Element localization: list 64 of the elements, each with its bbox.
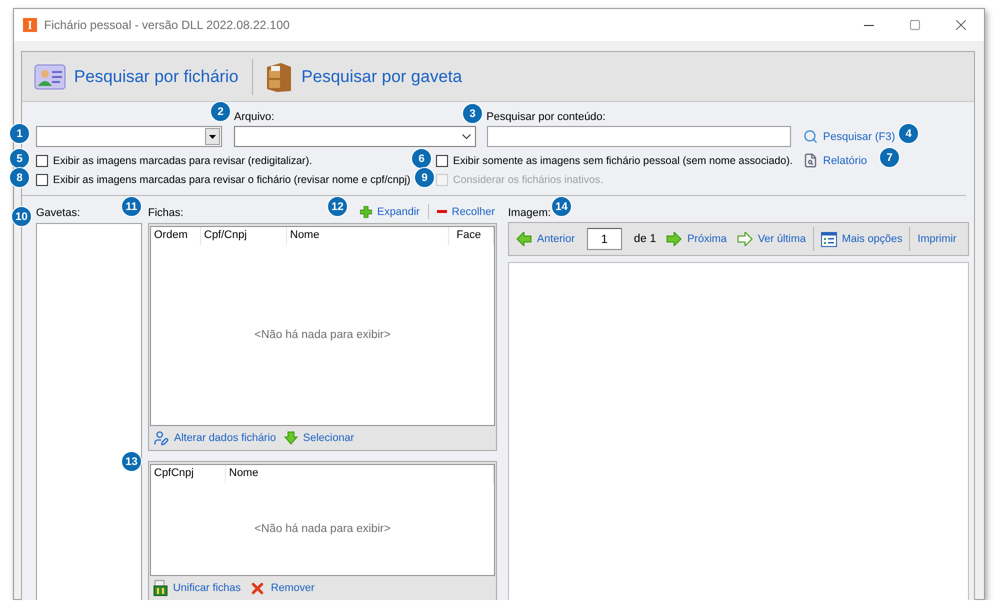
callout-number: 1 — [9, 123, 30, 144]
dropdown-arrow-icon — [209, 134, 216, 138]
expand-button[interactable]: Expandir — [360, 206, 420, 218]
field-label: Pesquisar por conteúdo: — [486, 111, 606, 123]
drawer-list[interactable] — [36, 223, 142, 600]
cross-icon — [248, 580, 266, 596]
column-header[interactable]: Ordem — [151, 227, 201, 245]
section-label: Fichas: — [148, 207, 184, 219]
checkbox-label: Exibir somente as imagens sem fichário pessoal (sem nome associado). — [453, 154, 793, 166]
column-header[interactable]: Face — [449, 227, 494, 245]
outline-arrow-icon — [736, 232, 753, 246]
window-title: Fichário pessoal - versão DLL 2022.08.22.100 — [44, 18, 291, 32]
remove-button[interactable]: Remover — [248, 580, 315, 596]
maximize-icon — [909, 19, 921, 31]
chevron-down-icon — [462, 134, 471, 139]
column-header[interactable]: Nome — [287, 227, 449, 245]
callout-number: 8 — [9, 167, 30, 188]
report-icon — [803, 153, 818, 168]
page-number-field[interactable]: 1 — [586, 228, 622, 250]
collapse-button[interactable]: Recolher — [436, 206, 495, 218]
column-header[interactable]: Nome — [226, 465, 494, 483]
merge-files-icon — [153, 580, 168, 596]
column-header[interactable]: Cpf/Cnpj — [201, 227, 287, 245]
page-count: de 1 — [634, 233, 656, 245]
callout-number: 5 — [9, 148, 30, 169]
more-options-button[interactable]: Mais opções — [820, 232, 902, 246]
select-button[interactable]: Selecionar — [284, 431, 354, 445]
field-label: Arquivo: — [234, 111, 274, 123]
edit-person-icon — [153, 430, 169, 446]
empty-message: <Não há nada para exibir> — [254, 523, 391, 535]
last-page-button[interactable]: Ver última — [736, 232, 806, 246]
section-label: Imagem: — [508, 207, 551, 219]
search-mode-button[interactable]: Pesquisar por fichário — [34, 56, 246, 96]
search-mode-button[interactable]: Pesquisar por gaveta — [263, 56, 470, 96]
report-link[interactable]: Relatório — [803, 153, 868, 168]
print-button[interactable]: Imprimir — [917, 233, 956, 245]
next-button[interactable]: Próxima — [666, 232, 727, 246]
list-window-icon — [820, 232, 837, 246]
dropdown-field[interactable] — [234, 126, 476, 147]
right-arrow-icon — [666, 232, 682, 246]
callout-number: 10 — [11, 206, 32, 227]
checkbox[interactable] — [36, 174, 48, 186]
down-arrow-icon — [284, 431, 298, 445]
search-icon — [803, 129, 818, 144]
section-label: Gavetas: — [36, 207, 80, 219]
column-header[interactable]: CpfCnpj — [151, 465, 226, 483]
minimize-icon — [864, 24, 874, 26]
person-card-icon — [34, 62, 66, 92]
left-arrow-icon — [516, 232, 532, 246]
plus-icon — [360, 206, 372, 218]
empty-message: <Não há nada para exibir> — [254, 329, 391, 341]
checkbox-label: Exibir as imagens marcadas para revisar o fichário (revisar nome e cpf/cnpj) — [53, 174, 410, 186]
dropdown-field[interactable] — [36, 126, 222, 147]
app-icon: I — [23, 18, 37, 32]
minus-icon — [436, 210, 447, 214]
search-link[interactable]: Pesquisar (F3) — [803, 129, 896, 144]
checkbox[interactable] — [36, 154, 48, 166]
search-field[interactable] — [487, 126, 791, 147]
previous-button[interactable]: Anterior — [516, 232, 575, 246]
edit-record-button[interactable]: Alterar dados fichário — [153, 430, 276, 446]
merge-button[interactable]: Unificar fichas — [153, 580, 241, 596]
checkbox-label: Considerar os fichários inativos. — [453, 174, 604, 186]
checkbox-label: Exibir as imagens marcadas para revisar (redigitalizar). — [53, 154, 312, 166]
checkbox[interactable] — [436, 154, 448, 166]
